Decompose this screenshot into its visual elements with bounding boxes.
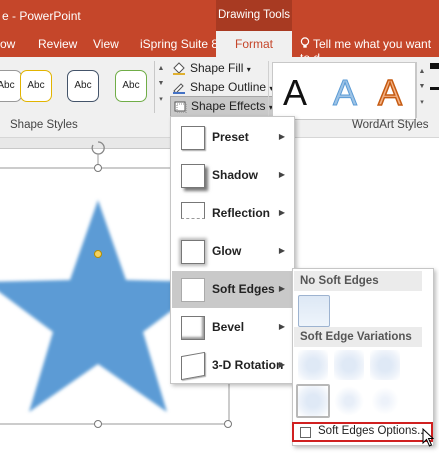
text-outline-swatch[interactable]	[430, 87, 439, 90]
paint-bucket-icon	[173, 62, 185, 76]
gallery-scroll[interactable]: ▲ ▼ ▾	[154, 61, 167, 113]
wordart-style-blue[interactable]: A	[325, 71, 365, 115]
tab-slideshow[interactable]: ow	[0, 37, 15, 51]
soft-edge-variation[interactable]	[334, 386, 364, 416]
soft-edges-options-icon	[300, 427, 311, 438]
chevron-right-icon: ▶	[278, 208, 285, 217]
preset-icon	[181, 126, 205, 150]
shape-effects-menu: Preset ▶ Shadow ▶ Reflection ▶ Glow ▶ Soft E…	[170, 116, 295, 384]
wordart-style-black[interactable]: A	[275, 71, 315, 115]
soft-edges-submenu: No Soft Edges Soft Edge Variations	[292, 268, 434, 446]
chevron-right-icon: ▶	[278, 284, 285, 293]
soft-edge-variation-selected[interactable]	[296, 384, 330, 418]
soft-edge-none-option[interactable]	[298, 295, 330, 327]
shape-outline-button[interactable]: Shape Outline ▾	[172, 78, 273, 97]
shadow-icon	[181, 164, 205, 188]
shape-style-preview[interactable]: Abc	[20, 70, 52, 102]
tab-ispring[interactable]: iSpring Suite 8	[140, 37, 218, 51]
soft-edges-icon	[181, 278, 205, 302]
soft-edges-options-item[interactable]: Soft Edges Options...	[292, 422, 433, 442]
shape-style-preview[interactable]: Abc	[115, 70, 147, 102]
chevron-right-icon: ▶	[278, 322, 285, 331]
menu-item-soft-edges[interactable]: Soft Edges ▶	[172, 271, 293, 308]
soft-edge-variation[interactable]	[370, 386, 400, 416]
menu-item-preset[interactable]: Preset ▶	[172, 119, 293, 156]
reflection-icon	[181, 202, 205, 219]
glow-icon	[181, 240, 205, 264]
resize-handle-top[interactable]	[94, 164, 102, 172]
chevron-right-icon: ▶	[278, 132, 285, 141]
resize-handle-bottom[interactable]	[94, 420, 102, 428]
shape-style-preview[interactable]: Abc	[0, 70, 22, 102]
resize-handle-bottom-right[interactable]	[224, 420, 232, 428]
chevron-right-icon: ▶	[278, 170, 285, 179]
soft-edge-variation[interactable]	[298, 350, 328, 380]
menu-item-shadow[interactable]: Shadow ▶	[172, 157, 293, 194]
wordart-gallery-scroll[interactable]: ▲ ▼ ▾	[416, 62, 427, 118]
soft-edge-variation[interactable]	[370, 350, 400, 380]
rotate-handle-icon[interactable]	[91, 141, 105, 155]
wordart-style-orange[interactable]: A	[370, 71, 410, 115]
menu-item-glow[interactable]: Glow ▶	[172, 233, 293, 270]
tab-format[interactable]: Format	[216, 31, 292, 57]
soft-edge-variations-header: Soft Edge Variations	[294, 327, 422, 347]
bevel-icon	[181, 316, 205, 340]
shape-style-preview[interactable]: Abc	[67, 70, 99, 102]
contextual-tab-label: Drawing Tools	[216, 0, 292, 31]
chevron-right-icon: ▶	[278, 360, 285, 369]
no-soft-edges-header: No Soft Edges	[294, 271, 422, 291]
shape-effects-icon	[174, 101, 187, 114]
chevron-right-icon: ▶	[278, 246, 285, 255]
shape-effects-button[interactable]: Shape Effects ▾	[170, 96, 278, 117]
text-fill-swatch[interactable]	[430, 63, 439, 69]
lightbulb-icon	[300, 37, 310, 48]
3d-rotation-icon	[181, 351, 205, 381]
menu-item-3d-rotation[interactable]: 3-D Rotation ▶	[172, 347, 293, 384]
window-title: e - PowerPoint	[2, 9, 81, 23]
menu-item-bevel[interactable]: Bevel ▶	[172, 309, 293, 346]
shape-fill-button[interactable]: Shape Fill ▾	[172, 59, 251, 78]
tab-review[interactable]: Review	[38, 37, 77, 51]
pencil-icon	[173, 83, 185, 95]
menu-item-reflection[interactable]: Reflection ▶	[172, 195, 293, 232]
soft-edge-variation[interactable]	[334, 350, 364, 380]
tab-view[interactable]: View	[93, 37, 119, 51]
adjust-handle[interactable]	[94, 250, 102, 258]
mouse-pointer-icon	[422, 428, 435, 447]
